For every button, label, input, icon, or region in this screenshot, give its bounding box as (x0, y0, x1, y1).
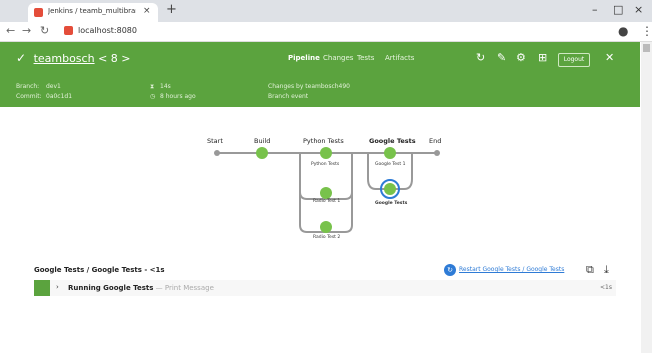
build-stage-node[interactable] (256, 147, 268, 159)
edit-pencil-icon[interactable]: ✎ (497, 51, 506, 64)
changes-text: Changes by teambosch490 (268, 83, 350, 90)
node-label-google-test-1: Google Test 1 (375, 162, 406, 167)
node-label-radio-test-1: Radio Test 1 (313, 199, 341, 204)
tab-tests[interactable]: Tests (357, 54, 374, 62)
tab-changes[interactable]: Changes (323, 54, 353, 62)
branch-value[interactable]: dev1 (46, 83, 61, 90)
title-chevron: > (121, 52, 131, 65)
end-node (434, 150, 440, 156)
logout-button[interactable]: Logout (558, 53, 590, 67)
site-favicon-icon (64, 26, 73, 35)
download-icon[interactable]: ⤓ (604, 263, 609, 277)
settings-gear-icon[interactable]: ⚙ (516, 51, 526, 64)
start-node (214, 150, 220, 156)
restart-stage-link[interactable]: Restart Google Tests / Google Tests (459, 266, 564, 273)
trigger-text: Branch event (268, 93, 309, 100)
window-close-button[interactable]: × (634, 3, 643, 16)
jenkins-favicon-icon (34, 8, 43, 17)
project-name-link[interactable]: teambosch (34, 52, 95, 65)
browser-tab[interactable]: Jenkins / teamb_multibranch_pip × (28, 3, 158, 22)
step-success-status (34, 280, 50, 296)
google-test-1-node[interactable] (384, 147, 396, 159)
profile-avatar-icon[interactable]: ● (618, 24, 628, 38)
step-name: Running Google Tests (68, 284, 154, 292)
node-label-google-tests: Google Tests (375, 201, 408, 206)
time-ago: 8 hours ago (160, 93, 196, 100)
rerun-icon[interactable]: ↻ (476, 51, 485, 64)
log-title: Google Tests / Google Tests - <1s (34, 266, 165, 274)
url-field[interactable]: localhost:8080 (78, 26, 137, 35)
radio-test-2-node[interactable] (320, 221, 332, 233)
tab-artifacts[interactable]: Artifacts (385, 54, 414, 62)
log-step-row[interactable]: › Running Google Tests — Print Message <… (34, 280, 616, 296)
forward-arrow-icon[interactable]: → (22, 24, 31, 37)
duration-value: 14s (160, 83, 171, 90)
expand-chevron-icon[interactable]: › (56, 283, 59, 291)
branch-label: Branch: (16, 83, 40, 90)
google-tests-node[interactable] (384, 183, 396, 195)
success-check-icon: ✓ (16, 51, 27, 65)
stage-label-start: Start (207, 137, 223, 145)
commit-value: 0a0c1d1 (46, 93, 73, 100)
back-arrow-icon[interactable]: ← (6, 24, 15, 37)
reload-icon[interactable]: ↻ (40, 24, 49, 37)
stage-label-build: Build (254, 137, 271, 145)
radio-test-1-node[interactable] (320, 187, 332, 199)
close-icon[interactable]: ✕ (605, 51, 614, 64)
title-separator: < (98, 52, 108, 65)
step-text: Running Google Tests — Print Message (68, 284, 214, 292)
run-title: ✓ teambosch < 8 > (16, 51, 131, 65)
node-label-radio-test-2: Radio Test 2 (313, 235, 341, 240)
tab-title: Jenkins / teamb_multibranch_pip (48, 7, 136, 15)
browser-menu-icon[interactable]: ⋮ (641, 24, 652, 38)
python-tests-node[interactable] (320, 147, 332, 159)
open-in-new-icon[interactable]: ⧉ (586, 263, 594, 277)
tab-pipeline[interactable]: Pipeline (288, 54, 320, 62)
run-header: ✓ teambosch < 8 > Pipeline Changes Tests… (0, 42, 640, 107)
build-number: 8 (110, 52, 118, 65)
window-minimize-button[interactable]: – (592, 3, 598, 16)
page-scrollbar[interactable] (641, 42, 652, 353)
tab-close-icon[interactable]: × (143, 6, 151, 16)
window-maximize-button[interactable]: □ (613, 3, 623, 16)
stage-label-end: End (429, 137, 442, 145)
commit-label: Commit: (16, 93, 42, 100)
new-tab-button[interactable]: + (166, 2, 177, 17)
pipeline-graph: Start Build Python Tests Google Tests En… (0, 107, 640, 257)
clock-icon: ◷ (150, 93, 156, 100)
step-duration: <1s (600, 284, 612, 291)
browser-tab-bar: Jenkins / teamb_multibranch_pip × + – □ … (0, 0, 652, 22)
scrollbar-thumb[interactable] (643, 44, 650, 52)
stage-label-google-tests: Google Tests (369, 137, 416, 145)
step-description: — Print Message (155, 284, 214, 292)
duration-icon: ⧗ (150, 83, 155, 90)
address-bar: ← → ↻ localhost:8080 ● ⋮ (0, 22, 652, 42)
restart-icon[interactable]: ↻ (444, 264, 456, 276)
classic-view-icon[interactable]: ⊞ (538, 51, 547, 64)
node-label-python-tests: Python Tests (311, 162, 340, 167)
stage-label-python-tests: Python Tests (303, 137, 344, 145)
